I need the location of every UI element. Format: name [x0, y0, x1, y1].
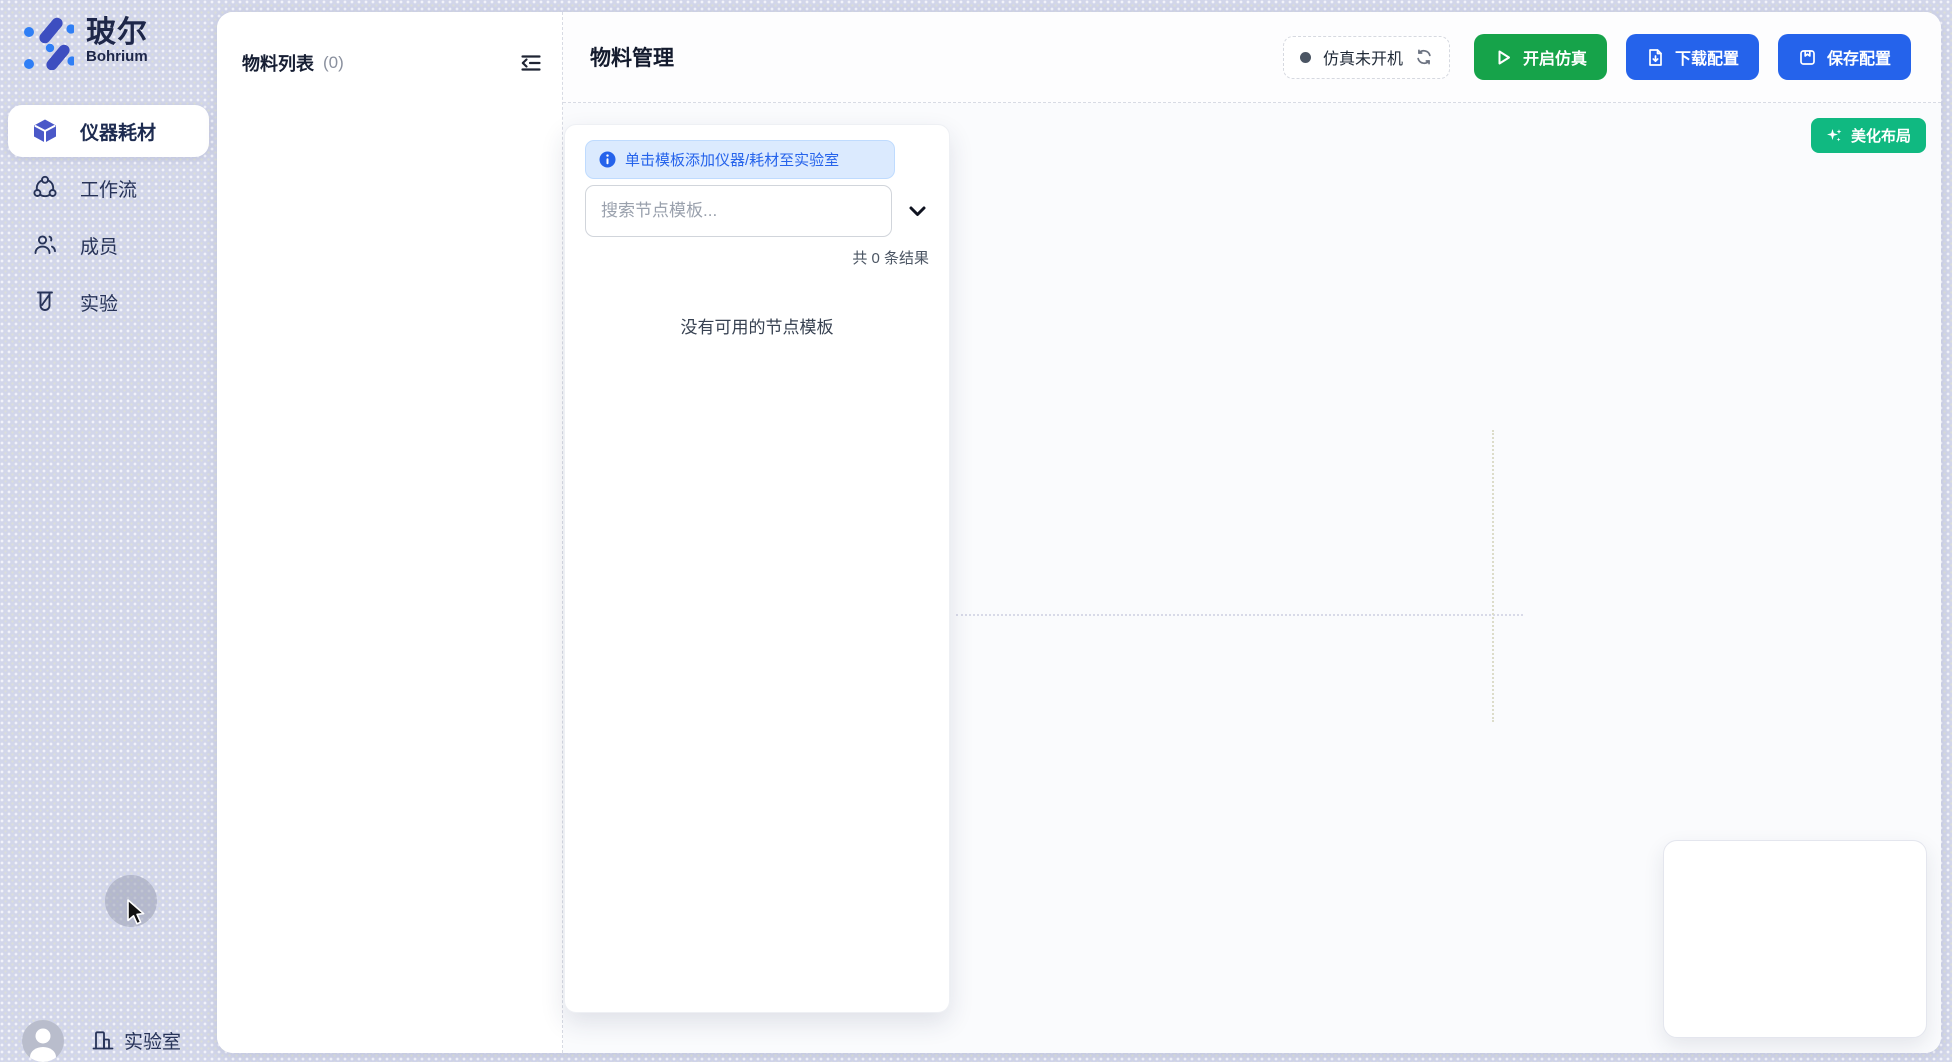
empty-templates-text: 没有可用的节点模板 [565, 313, 949, 338]
brand-subtitle: Bohrium [86, 48, 148, 65]
chevron-down-icon[interactable] [907, 201, 928, 222]
experiment-icon [32, 289, 58, 315]
result-count: 共 0 条结果 [852, 247, 929, 268]
save-config-button[interactable]: 保存配置 [1778, 34, 1911, 80]
material-list-title: 物料列表 [242, 50, 314, 76]
page-title: 物料管理 [590, 42, 674, 72]
info-icon [599, 151, 616, 168]
cube-icon [32, 118, 58, 144]
canvas-guide-line-vertical [1492, 430, 1494, 722]
sidebar-item-label: 实验 [80, 289, 118, 316]
download-config-button[interactable]: 下载配置 [1626, 34, 1759, 80]
start-simulation-button[interactable]: 开启仿真 [1474, 34, 1607, 80]
beautify-layout-button[interactable]: 美化布局 [1811, 118, 1926, 153]
info-banner: 单击模板添加仪器/耗材至实验室 [585, 140, 895, 179]
brand-name: 玻尔 [86, 17, 148, 49]
mouse-cursor [126, 899, 152, 929]
flow-canvas[interactable]: 美化布局 单击模板添加仪器/耗材至实验室 [563, 103, 1941, 1053]
avatar-person-icon [22, 1020, 64, 1062]
workflow-icon [32, 175, 58, 201]
info-banner-text: 单击模板添加仪器/耗材至实验室 [625, 149, 839, 170]
members-icon [32, 232, 58, 258]
building-icon [90, 1028, 115, 1053]
save-icon [1798, 48, 1817, 67]
avatar[interactable] [22, 1020, 64, 1062]
material-list-count: (0) [323, 53, 344, 73]
lab-switcher[interactable]: 实验室 [90, 1027, 181, 1054]
material-list-panel: 物料列表 (0) [217, 12, 563, 1053]
sparkles-icon [1826, 127, 1843, 144]
main-header: 物料管理 仿真未开机 开启仿真 [563, 12, 1941, 103]
sidebar-item-instruments[interactable]: 仪器耗材 [8, 105, 209, 157]
sidebar-item-label: 工作流 [80, 175, 137, 202]
status-dot-icon [1300, 52, 1311, 63]
main-area: 物料管理 仿真未开机 开启仿真 [563, 12, 1941, 1053]
sidebar-nav: 仪器耗材 工作流 成员 [0, 105, 217, 333]
search-input[interactable] [585, 185, 892, 237]
canvas-guide-line-horizontal [956, 614, 1523, 616]
sidebar-item-members[interactable]: 成员 [8, 219, 209, 271]
simulation-status-text: 仿真未开机 [1323, 45, 1403, 69]
play-icon [1494, 48, 1513, 67]
sidebar-item-label: 成员 [80, 232, 118, 259]
collapse-panel-icon[interactable] [518, 50, 544, 76]
bohrium-logo-icon [16, 12, 74, 70]
brand-logo: 玻尔 Bohrium [16, 12, 148, 70]
node-template-panel: 单击模板添加仪器/耗材至实验室 共 0 条结果 没有可用的节点模板 [564, 124, 950, 1013]
refresh-icon[interactable] [1415, 48, 1433, 66]
content-card: 物料列表 (0) 物料管理 仿真未开机 [217, 12, 1941, 1053]
sidebar: 玻尔 Bohrium 仪器耗材 工作流 [0, 0, 217, 1062]
sidebar-item-label: 仪器耗材 [80, 118, 156, 145]
simulation-status-chip: 仿真未开机 [1283, 36, 1450, 79]
minimap[interactable] [1663, 840, 1927, 1038]
lab-label: 实验室 [124, 1027, 181, 1054]
sidebar-item-workflow[interactable]: 工作流 [8, 162, 209, 214]
download-file-icon [1646, 48, 1665, 67]
sidebar-item-experiments[interactable]: 实验 [8, 276, 209, 328]
